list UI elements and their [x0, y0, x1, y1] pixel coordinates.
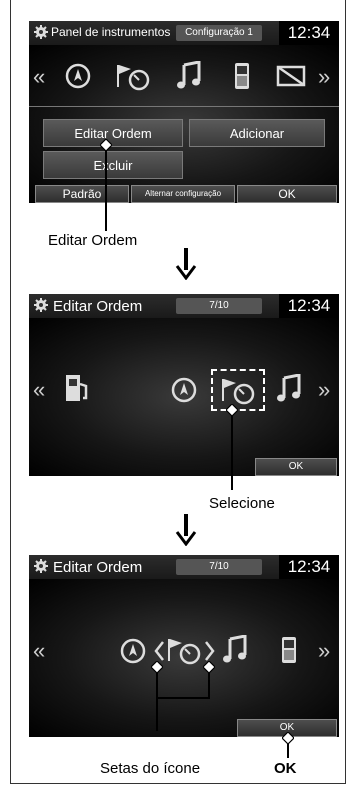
settings-gear-icon: [34, 559, 48, 573]
down-arrow-icon: [175, 248, 197, 280]
callout-diamond-icon: [282, 732, 294, 744]
add-button[interactable]: Adicionar: [189, 119, 325, 147]
ok-button[interactable]: OK: [237, 185, 337, 203]
default-button[interactable]: Padrão: [35, 185, 129, 203]
down-arrow-icon: [175, 514, 197, 546]
callout-line: [231, 416, 233, 490]
screen-title: Editar Ordem: [53, 559, 143, 576]
move-left-arrow-icon[interactable]: [154, 641, 164, 661]
music-note-icon[interactable]: [223, 635, 247, 665]
compass-icon[interactable]: [170, 376, 198, 404]
clock: 12:34: [279, 555, 339, 579]
scroll-right-icon[interactable]: »: [318, 379, 330, 401]
caption-edit-order: Editar Ordem: [48, 232, 138, 249]
callout-diamond-icon: [226, 404, 238, 416]
callout-diamond-icon: [100, 139, 112, 151]
scroll-right-icon[interactable]: »: [318, 66, 330, 88]
top-bar: Editar Ordem 7/10 12:34: [29, 294, 339, 318]
scroll-right-icon[interactable]: »: [318, 640, 330, 662]
caption-select: Selecione: [209, 495, 275, 512]
edit-order-arrows-screen: Editar Ordem 7/10 12:34 « » OK: [29, 555, 339, 737]
compass-icon[interactable]: [119, 637, 147, 665]
speedometer-flag-icon[interactable]: [219, 375, 257, 405]
callout-line: [208, 673, 210, 699]
top-bar: Panel de instrumentos Configuração 1 12:…: [29, 21, 339, 45]
screen-title: Editar Ordem: [53, 298, 143, 315]
callout-diamond-icon: [203, 661, 215, 673]
settings-gear-icon: [34, 25, 48, 39]
no-display-icon[interactable]: [276, 65, 306, 87]
edit-order-button[interactable]: Editar Ordem: [43, 119, 183, 147]
clock: 12:34: [279, 294, 339, 318]
music-note-icon[interactable]: [177, 61, 201, 91]
divider: [29, 106, 339, 107]
switch-config-button[interactable]: Alternar configuração: [131, 185, 235, 203]
clock: 12:34: [279, 21, 339, 45]
scroll-left-icon[interactable]: «: [33, 66, 45, 88]
position-counter: 7/10: [176, 298, 262, 314]
speedometer-flag-icon[interactable]: [165, 635, 203, 665]
music-note-icon[interactable]: [277, 374, 301, 404]
position-counter: 7/10: [176, 559, 262, 575]
callout-diamond-icon: [151, 661, 163, 673]
speedometer-flag-icon[interactable]: [115, 61, 151, 91]
config-label[interactable]: Configuração 1: [176, 25, 262, 41]
scroll-left-icon[interactable]: «: [33, 640, 45, 662]
callout-line: [105, 151, 107, 231]
top-bar: Editar Ordem 7/10 12:34: [29, 555, 339, 579]
callout-line: [287, 744, 289, 758]
delete-button[interactable]: Excluir: [43, 151, 183, 179]
ok-button[interactable]: OK: [255, 458, 337, 476]
caption-ok: OK: [274, 760, 297, 777]
edit-order-screen: Editar Ordem 7/10 12:34 « » OK: [29, 294, 339, 476]
fuel-icon[interactable]: [64, 372, 90, 404]
phone-icon[interactable]: [281, 634, 297, 664]
move-right-arrow-icon[interactable]: [205, 641, 215, 661]
callout-line: [156, 673, 158, 731]
compass-icon[interactable]: [64, 62, 92, 90]
callout-line: [156, 697, 210, 699]
instrument-panel-screen: Panel de instrumentos Configuração 1 12:…: [29, 21, 339, 203]
phone-icon[interactable]: [234, 60, 250, 90]
caption-icon-arrows: Setas do ícone: [100, 760, 201, 777]
screen-title: Panel de instrumentos: [51, 25, 171, 39]
scroll-left-icon[interactable]: «: [33, 379, 45, 401]
settings-gear-icon: [34, 298, 48, 312]
